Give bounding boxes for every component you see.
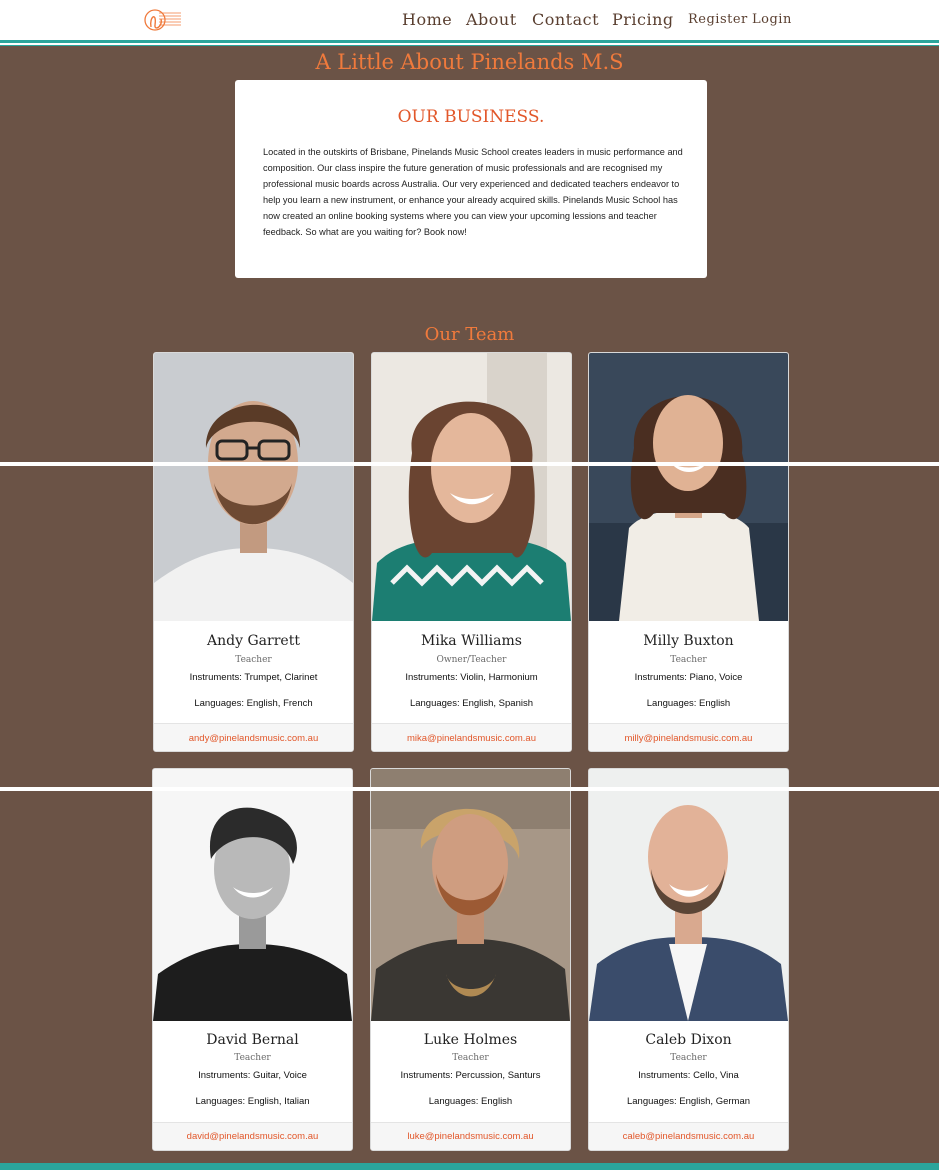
team-member-role: Owner/Teacher: [436, 655, 507, 665]
top-navbar: Home About Contact Pricing Register Logi…: [0, 0, 939, 40]
team-member-email-link[interactable]: mika@pinelandsmusic.com.au: [372, 733, 571, 744]
team-member-languages: Languages: English: [646, 698, 731, 709]
team-member-photo: [589, 353, 788, 621]
screenshot-seam: [0, 787, 939, 791]
team-member-photo: [154, 353, 353, 621]
nav-pricing-link[interactable]: Pricing: [612, 10, 674, 29]
login-link[interactable]: Login: [752, 12, 792, 27]
team-member-instruments: Instruments: Piano, Voice: [634, 672, 743, 683]
nav-contact-link[interactable]: Contact: [532, 10, 599, 29]
team-member-instruments: Instruments: Guitar, Voice: [198, 1070, 307, 1081]
team-member-name: Andy Garrett: [207, 633, 300, 649]
team-heading: Our Team: [424, 324, 515, 345]
team-member-email-link[interactable]: david@pinelandsmusic.com.au: [153, 1131, 352, 1142]
about-text: Located in the outskirts of Brisbane, Pi…: [263, 147, 683, 237]
team-member-email-link[interactable]: andy@pinelandsmusic.com.au: [154, 733, 353, 744]
team-member-email-link[interactable]: luke@pinelandsmusic.com.au: [371, 1131, 570, 1142]
team-member-role: Teacher: [235, 655, 272, 665]
team-card: Milly Buxton Teacher Instruments: Piano,…: [588, 352, 789, 752]
team-member-name: Caleb Dixon: [645, 1032, 732, 1048]
team-member-role: Teacher: [234, 1053, 271, 1063]
team-member-name: David Bernal: [206, 1032, 299, 1048]
team-card: Luke Holmes Teacher Instruments: Percuss…: [370, 768, 571, 1151]
team-member-photo: [371, 769, 570, 1021]
team-member-photo: [153, 769, 352, 1021]
team-card: David Bernal Teacher Instruments: Guitar…: [152, 768, 353, 1151]
music-school-logo-icon[interactable]: [143, 5, 183, 35]
team-member-languages: Languages: English, French: [194, 698, 313, 709]
team-member-name: Luke Holmes: [423, 1032, 518, 1048]
team-member-email-link[interactable]: caleb@pinelandsmusic.com.au: [589, 1131, 788, 1142]
page-title: A Little About Pinelands M.S: [315, 50, 624, 74]
team-member-photo: [589, 769, 788, 1021]
team-member-role: Teacher: [670, 655, 707, 665]
team-member-languages: Languages: English, German: [626, 1096, 751, 1107]
team-member-name: Milly Buxton: [643, 633, 734, 649]
team-member-name: Mika Williams: [421, 633, 522, 649]
nav-about-link[interactable]: About: [466, 10, 517, 29]
team-member-instruments: Instruments: Trumpet, Clarinet: [189, 672, 318, 683]
team-member-instruments: Instruments: Violin, Harmonium: [405, 672, 538, 683]
about-heading: OUR BUSINESS.: [397, 107, 545, 127]
team-member-languages: Languages: English: [428, 1096, 513, 1107]
team-card: Mika Williams Owner/Teacher Instruments:…: [371, 352, 572, 752]
team-member-role: Teacher: [670, 1053, 707, 1063]
navbar-divider-thin: [0, 45, 939, 46]
team-member-languages: Languages: English, Italian: [195, 1096, 310, 1107]
team-member-email-link[interactable]: milly@pinelandsmusic.com.au: [589, 733, 788, 744]
team-member-languages: Languages: English, Spanish: [409, 698, 534, 709]
team-card: Caleb Dixon Teacher Instruments: Cello, …: [588, 768, 789, 1151]
team-member-photo: [372, 353, 571, 621]
screenshot-seam: [0, 462, 939, 466]
team-card: Andy Garrett Teacher Instruments: Trumpe…: [153, 352, 354, 752]
register-link[interactable]: Register: [688, 12, 748, 27]
about-card: OUR BUSINESS. Located in the outskirts o…: [235, 80, 707, 278]
team-member-instruments: Instruments: Cello, Vina: [638, 1070, 739, 1081]
team-member-instruments: Instruments: Percussion, Santurs: [400, 1070, 541, 1081]
team-member-role: Teacher: [452, 1053, 489, 1063]
nav-home-link[interactable]: Home: [402, 10, 452, 29]
footer-bar: [0, 1163, 939, 1170]
